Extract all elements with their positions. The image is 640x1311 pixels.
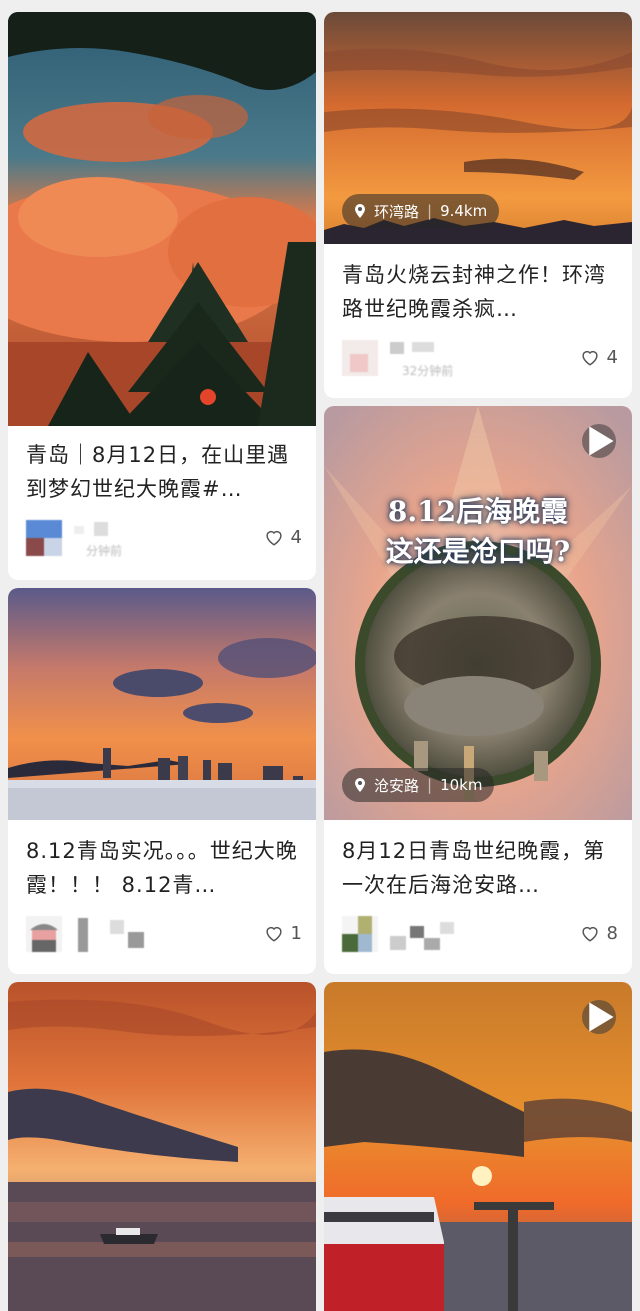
avatar[interactable] xyxy=(26,916,62,952)
feed-grid: 青岛｜8月12日，在山里遇到梦幻世纪大晚霞#… 分钟前 4 环湾路 | 9.4k… xyxy=(0,0,640,1311)
location-name: 环湾路 xyxy=(374,202,420,221)
post-image[interactable] xyxy=(8,982,316,1311)
location-name: 沧安路 xyxy=(374,776,420,795)
play-icon xyxy=(589,1002,614,1032)
like-button[interactable]: 1 xyxy=(263,922,302,944)
play-button[interactable] xyxy=(582,1000,616,1034)
overlay-line-1: 8.12后海晚霞 xyxy=(387,495,569,528)
location-separator: | xyxy=(427,776,433,794)
like-button[interactable]: 4 xyxy=(263,526,302,548)
play-button[interactable] xyxy=(582,424,616,458)
like-button[interactable]: 4 xyxy=(579,346,618,368)
location-pin-icon xyxy=(355,778,365,792)
like-count: 4 xyxy=(290,526,302,548)
post-title[interactable]: 8月12日青岛世纪晚霞，第一次在后海沧安路… xyxy=(342,834,618,902)
post-image[interactable]: 8.12后海晚霞 这还是沧口吗? 沧安路 | 10km xyxy=(324,406,632,820)
avatar[interactable] xyxy=(26,520,62,556)
post-time: 32分钟前 xyxy=(402,364,454,378)
post-meta: 1 xyxy=(26,916,302,956)
post-card[interactable] xyxy=(8,982,316,1311)
heart-icon xyxy=(265,926,282,942)
video-overlay-text: 8.12后海晚霞 这还是沧口吗? xyxy=(324,492,632,572)
post-card[interactable]: 环湾路 | 9.4km 青岛火烧云封神之作！环湾路世纪晚霞杀疯… 32分钟前 4 xyxy=(324,12,632,398)
post-card[interactable]: 8.12青岛实况。。。世纪大晚霞！！！ 8.12青… 1 xyxy=(8,588,316,974)
location-separator: | xyxy=(427,202,433,220)
like-count: 4 xyxy=(606,346,618,368)
like-count: 1 xyxy=(290,922,302,944)
post-title[interactable]: 8.12青岛实况。。。世纪大晚霞！！！ 8.12青… xyxy=(26,834,302,902)
author-name-blurred[interactable] xyxy=(74,918,164,952)
post-meta: 32分钟前 4 xyxy=(342,340,618,380)
location-distance: 10km xyxy=(440,776,483,794)
avatar[interactable] xyxy=(342,340,378,376)
post-image[interactable] xyxy=(8,588,316,820)
location-distance: 9.4km xyxy=(440,202,488,220)
post-title[interactable]: 青岛｜8月12日，在山里遇到梦幻世纪大晚霞#… xyxy=(26,438,302,506)
heart-icon xyxy=(581,350,598,366)
like-count: 8 xyxy=(606,922,618,944)
post-image[interactable]: 环湾路 | 9.4km xyxy=(324,12,632,244)
like-button[interactable]: 8 xyxy=(579,922,618,944)
heart-icon xyxy=(265,530,282,546)
heart-icon xyxy=(581,926,598,942)
post-card[interactable] xyxy=(324,982,632,1311)
post-image[interactable] xyxy=(324,982,632,1311)
post-title[interactable]: 青岛火烧云封神之作！环湾路世纪晚霞杀疯… xyxy=(342,258,618,326)
post-image[interactable] xyxy=(8,12,316,426)
post-card[interactable]: 青岛｜8月12日，在山里遇到梦幻世纪大晚霞#… 分钟前 4 xyxy=(8,12,316,580)
play-icon xyxy=(589,426,614,456)
avatar[interactable] xyxy=(342,916,378,952)
post-card[interactable]: 8.12后海晚霞 这还是沧口吗? 沧安路 | 10km 8月12日青岛世纪晚霞，… xyxy=(324,406,632,974)
author-name-blurred[interactable] xyxy=(390,918,480,952)
location-pin-icon xyxy=(355,204,365,218)
post-time: 分钟前 xyxy=(86,544,123,558)
post-meta: 8 xyxy=(342,916,618,956)
location-tag[interactable]: 沧安路 | 10km xyxy=(342,768,495,802)
post-meta: 分钟前 4 xyxy=(26,520,302,560)
overlay-line-2: 这还是沧口吗? xyxy=(385,535,571,568)
location-tag[interactable]: 环湾路 | 9.4km xyxy=(342,194,500,228)
